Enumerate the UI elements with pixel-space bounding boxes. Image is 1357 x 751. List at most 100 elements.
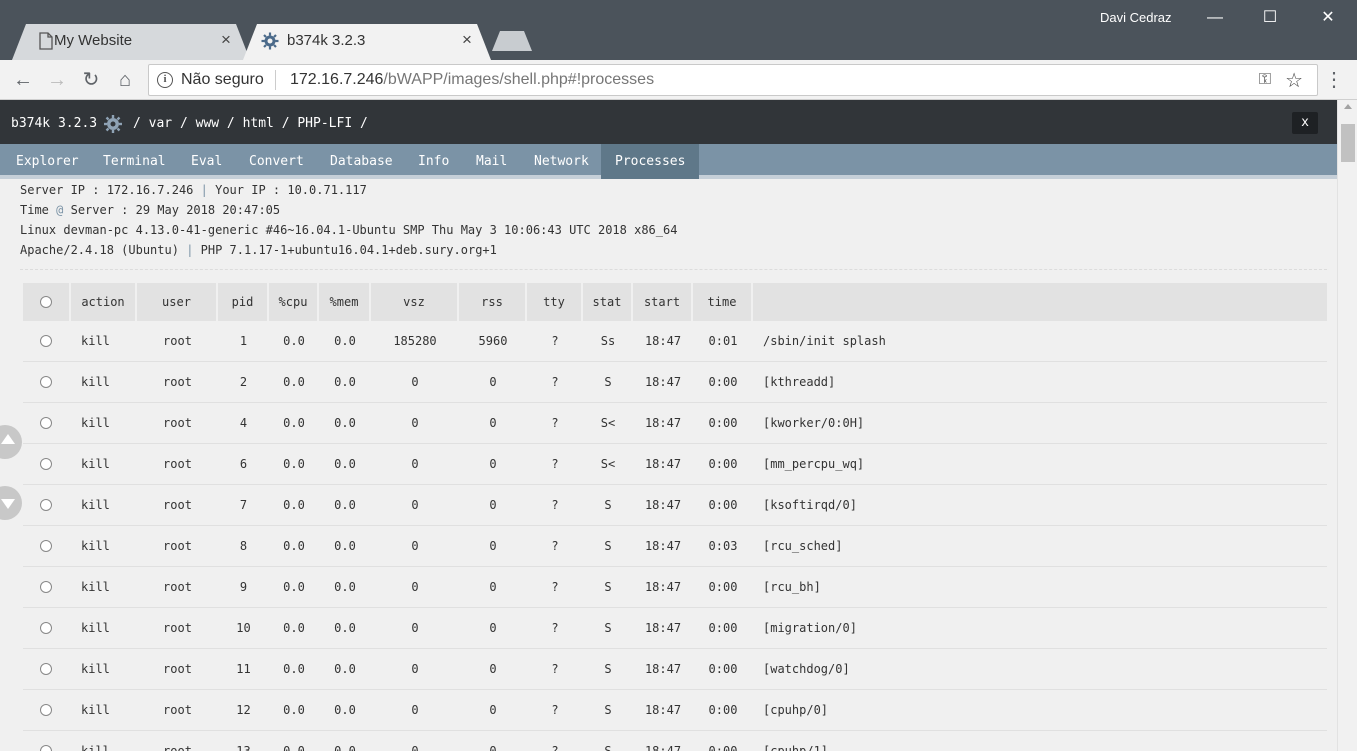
menu-eval[interactable]: Eval — [177, 144, 236, 179]
cell-cpu: 0.0 — [283, 498, 305, 512]
new-tab-button[interactable] — [492, 31, 532, 51]
shell-close-button[interactable]: x — [1292, 112, 1318, 134]
column-header[interactable]: %cpu — [269, 283, 319, 321]
row-select-radio[interactable] — [40, 745, 52, 751]
column-header[interactable]: %mem — [319, 283, 371, 321]
back-arrow-icon[interactable]: ← — [9, 66, 37, 94]
column-header[interactable]: user — [137, 283, 218, 321]
kill-link[interactable]: kill — [71, 444, 137, 484]
cell-pid: 4 — [239, 416, 248, 430]
column-header[interactable]: stat — [583, 283, 633, 321]
forward-arrow-icon[interactable]: → — [43, 66, 71, 94]
cell-vsz: 0 — [411, 457, 419, 471]
tab-close-icon[interactable]: × — [457, 30, 477, 50]
cell-vsz: 0 — [411, 539, 419, 553]
maximize-icon[interactable]: ☐ — [1250, 4, 1290, 32]
tab-my-website[interactable]: My Website × — [12, 24, 250, 60]
address-bar[interactable]: i Não seguro 172.16.7.246/bWAPP/images/s… — [148, 64, 1318, 96]
shell-brand[interactable]: b374k 3.2.3 — [11, 116, 97, 131]
tab-b374k[interactable]: b374k 3.2.3 × — [243, 24, 491, 60]
column-header[interactable]: time — [693, 283, 753, 321]
at-sign: @ — [56, 203, 64, 217]
cell-cpu: 0.0 — [283, 703, 305, 717]
row-select-radio[interactable] — [40, 663, 52, 675]
window-close-icon[interactable]: ✕ — [1308, 4, 1348, 32]
security-label[interactable]: Não seguro — [181, 71, 264, 89]
row-select-radio[interactable] — [40, 458, 52, 470]
cell-user: root — [163, 334, 192, 348]
kill-link[interactable]: kill — [71, 321, 137, 361]
cell-start: 18:47 — [644, 621, 682, 635]
kill-link[interactable]: kill — [71, 690, 137, 730]
menu-network[interactable]: Network — [520, 144, 603, 179]
current-path[interactable]: / var / www / html / PHP-LFI / — [133, 116, 368, 131]
cell-user: root — [163, 498, 192, 512]
menu-convert[interactable]: Convert — [235, 144, 318, 179]
kill-link[interactable]: kill — [71, 567, 137, 607]
select-all-radio[interactable] — [40, 296, 52, 308]
cell-cpu: 0.0 — [283, 416, 305, 430]
cell-tty: ? — [551, 416, 559, 430]
column-header[interactable]: rss — [459, 283, 527, 321]
menu-info[interactable]: Info — [404, 144, 463, 179]
row-select-radio[interactable] — [40, 376, 52, 388]
scroll-arrow-up-icon[interactable] — [1344, 104, 1352, 109]
kill-link[interactable]: kill — [71, 608, 137, 648]
kill-link[interactable]: kill — [71, 485, 137, 525]
row-select-radio[interactable] — [40, 540, 52, 552]
kill-link[interactable]: kill — [71, 731, 137, 751]
cell-tty: ? — [551, 539, 559, 553]
kill-link[interactable]: kill — [71, 649, 137, 689]
tab-title: My Website — [54, 32, 133, 49]
minimize-icon[interactable]: — — [1195, 4, 1235, 32]
home-icon[interactable]: ⌂ — [111, 66, 139, 94]
tab-close-icon[interactable]: × — [216, 30, 236, 50]
cell-stat: S — [604, 580, 612, 594]
page-scrollbar[interactable] — [1337, 100, 1357, 751]
column-header[interactable]: vsz — [371, 283, 459, 321]
table-row: kill root 11 0.0 0.0 0 0? S 18:47 0:00 [watchdog/0… — [23, 649, 1327, 690]
cell-time: 0:00 — [708, 621, 738, 635]
row-select-radio[interactable] — [40, 335, 52, 347]
reload-icon[interactable]: ↻ — [77, 66, 105, 94]
key-icon[interactable]: ⚿ — [1259, 71, 1271, 89]
column-header[interactable] — [753, 283, 1327, 321]
scroll-down-button[interactable] — [0, 486, 22, 520]
cell-user: root — [163, 457, 192, 471]
menu-processes[interactable]: Processes — [601, 144, 700, 179]
row-select-radio[interactable] — [40, 499, 52, 511]
cell-stat: S — [604, 375, 612, 389]
column-header[interactable]: pid — [218, 283, 269, 321]
column-header[interactable]: action — [71, 283, 137, 321]
profile-name[interactable]: Davi Cedraz — [1100, 10, 1172, 25]
omnibox-separator — [275, 70, 276, 90]
cell-command: [rcu_sched] — [763, 539, 843, 553]
menu-database[interactable]: Database — [316, 144, 407, 179]
kill-link[interactable]: kill — [71, 362, 137, 402]
menu-explorer[interactable]: Explorer — [2, 144, 93, 179]
menu-mail[interactable]: Mail — [462, 144, 521, 179]
kill-link[interactable]: kill — [71, 526, 137, 566]
cell-command: [mm_percpu_wq] — [763, 457, 865, 471]
cell-cpu: 0.0 — [283, 580, 305, 594]
menu-terminal[interactable]: Terminal — [89, 144, 180, 179]
row-select-radio[interactable] — [40, 622, 52, 634]
cell-mem: 0.0 — [334, 416, 356, 430]
scroll-up-button[interactable] — [0, 425, 22, 459]
column-header[interactable]: start — [633, 283, 693, 321]
cell-start: 18:47 — [644, 744, 682, 751]
row-select-radio[interactable] — [40, 417, 52, 429]
row-select-radio[interactable] — [40, 581, 52, 593]
column-header[interactable]: tty — [527, 283, 583, 321]
info-icon[interactable]: i — [157, 72, 173, 88]
cell-user: root — [163, 621, 192, 635]
scrollbar-thumb[interactable] — [1341, 124, 1355, 162]
kill-link[interactable]: kill — [71, 403, 137, 443]
shell-menu: Explorer Terminal Eval Convert Database … — [0, 144, 1337, 179]
browser-menu-icon[interactable]: ⋮ — [1324, 66, 1344, 94]
url-text[interactable]: 172.16.7.246/bWAPP/images/shell.php#!pro… — [290, 71, 654, 89]
row-select-radio[interactable] — [40, 704, 52, 716]
bookmark-star-icon[interactable]: ☆ — [1285, 68, 1303, 93]
uname-info: Linux devman-pc 4.13.0-41-generic #46~16… — [20, 223, 678, 237]
cell-cpu: 0.0 — [283, 539, 305, 553]
